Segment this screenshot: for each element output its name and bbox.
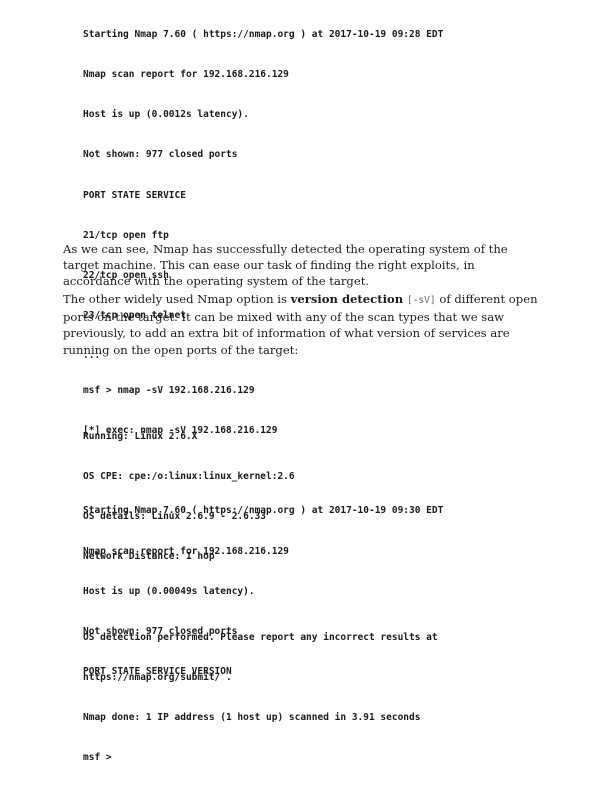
code-line: Starting Nmap 7.60 ( https://nmap.org ) … <box>83 28 444 40</box>
code-line: msf > <box>83 752 112 764</box>
code-line: msf > nmap -sV 192.168.216.129 <box>83 384 255 396</box>
code-line: Nmap done: 1 IP address (1 host up) scan… <box>83 712 421 724</box>
code-line: Nmap scan report for 192.168.216.129 <box>83 545 289 557</box>
code-line: Host is up (0.00049s latency). <box>83 585 255 597</box>
code-line: [*] exec: nmap -sV 192.168.216.129 <box>83 425 278 437</box>
code-line: Nmap scan report for 192.168.216.129 <box>83 69 289 81</box>
code-line: Starting Nmap 7.60 ( https://nmap.org ) … <box>83 505 444 517</box>
inline-code-option: [-sV] <box>406 295 436 306</box>
body-paragraph-version-detection: The other widely used Nmap option is ver… <box>63 291 543 358</box>
paragraph-text: The other widely used Nmap option is <box>63 292 291 306</box>
code-line: Host is up (0.0012s latency). <box>83 109 249 121</box>
body-paragraph: As we can see, Nmap has successfully det… <box>63 242 508 289</box>
document-page: Starting Nmap 7.60 ( https://nmap.org ) … <box>0 0 600 764</box>
code-line: Not shown: 977 closed ports <box>83 149 238 161</box>
code-line: PORT STATE SERVICE VERSION <box>83 666 232 678</box>
code-line: Not shown: 977 closed ports <box>83 626 238 638</box>
nmap-version-scan-output: msf > nmap -sV 192.168.216.129 [*] exec:… <box>83 357 443 705</box>
bold-term: version detection <box>290 292 404 306</box>
code-line: PORT STATE SERVICE <box>83 189 186 201</box>
